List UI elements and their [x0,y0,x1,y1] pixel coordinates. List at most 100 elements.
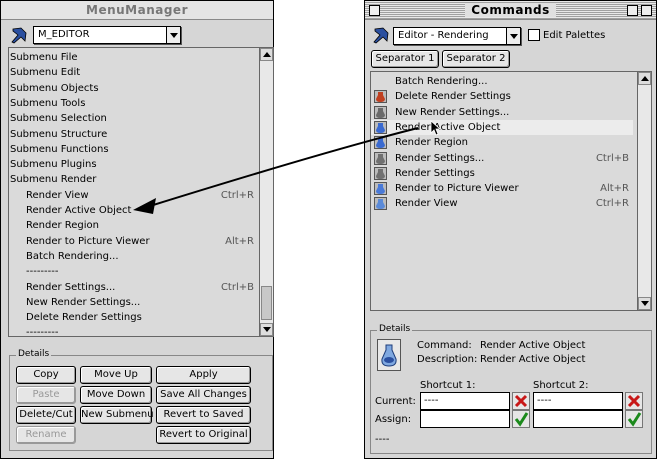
command-row[interactable]: Render Settings... Ctrl+B [371,151,633,166]
command-row-label: Render Active Object [395,121,501,133]
command-row-label: Render to Picture Viewer [395,183,519,195]
render-active-object-icon [374,120,387,134]
command-row-label: Render Region [395,137,469,149]
menu-tree-row[interactable]: Submenu Objects [9,81,254,96]
separator-1-button[interactable]: Separator 1 [371,50,439,68]
command-row[interactable]: Render Region [371,135,633,150]
command-row[interactable]: Render Active Object [371,119,633,135]
edit-palettes-checkbox[interactable] [528,29,540,41]
render-view-icon [374,197,387,211]
description-label: Description: [417,354,478,365]
menu-tree-row[interactable]: Submenu File [9,50,254,65]
pin-icon[interactable] [371,25,391,45]
paste-button[interactable]: Paste [16,386,76,404]
apply-button[interactable]: Apply [156,366,251,384]
menu-tree-row[interactable]: Render Settings... Ctrl+B [9,280,254,295]
scroll-thumb[interactable] [261,286,272,320]
clear-shortcut-1-icon[interactable] [512,392,530,410]
command-row[interactable]: Render View Ctrl+R [371,196,633,211]
menu-tree-list[interactable]: Submenu File Submenu Edit Submenu Objects S… [8,47,274,337]
scroll-down-arrow-icon[interactable] [638,297,651,310]
save-all-changes-button[interactable]: Save All Changes [156,386,251,404]
shortcut-1-label: Shortcut 1: [420,380,476,391]
menu-tree-row[interactable]: --------- [9,264,254,279]
scroll-down-arrow-icon[interactable] [260,323,273,336]
menu-tree-row[interactable]: Render Region [9,218,254,233]
command-row[interactable]: Render to Picture Viewer Alt+R [371,181,633,196]
delete-cut-button[interactable]: Delete/Cut [16,406,76,424]
current-shortcut-1-field: ---- [420,392,510,410]
assign-shortcut-1-check-icon[interactable] [512,410,530,428]
revert-to-original-button[interactable]: Revert to Original [156,426,251,444]
menu-tree-row[interactable]: Submenu Plugins [9,157,254,172]
menu-tree-row-shortcut: Alt+R [225,235,254,247]
menu-tree-row[interactable]: Submenu Functions [9,142,254,157]
chevron-down-icon [166,27,180,43]
menu-manager-titlebar[interactable]: MenuManager [1,1,273,20]
assign-shortcut-2-check-icon[interactable] [625,410,643,428]
menu-tree-row-shortcut: Ctrl+B [220,281,254,293]
menu-manager-window: MenuManager M_EDITOR Submenu File Submenu… [0,0,274,459]
delete-render-settings-icon [374,90,387,104]
commands-list[interactable]: Batch Rendering... Delete Render Settings… [370,71,652,311]
command-label: Command: [417,340,472,351]
command-value: Render Active Object [480,340,586,351]
commands-scrollbar[interactable] [637,72,651,310]
command-row-shortcut: Ctrl+R [595,198,629,210]
menu-tree-row[interactable]: Submenu Tools [9,96,254,111]
copy-button[interactable]: Copy [16,366,76,384]
close-box-icon[interactable] [369,5,380,16]
category-select-dropdown[interactable]: Editor - Rendering [393,27,521,45]
move-up-button[interactable]: Move Up [80,366,152,384]
revert-to-saved-button[interactable]: Revert to Saved [156,406,251,424]
menu-select-dropdown[interactable]: M_EDITOR [33,26,181,44]
new-submenu-button[interactable]: New Submenu [80,406,154,424]
details-footer-text: ---- [375,434,390,445]
menu-tree-row[interactable]: --------- [9,325,254,336]
command-row[interactable]: Render Settings [371,166,633,181]
menu-tree-row-label: Submenu Plugins [10,159,97,171]
separator-2-button[interactable]: Separator 2 [442,50,510,68]
zoom-box-icon[interactable] [627,5,638,16]
command-row-label: New Render Settings... [395,106,510,118]
menu-tree-row-label: Render Active Object [26,205,132,216]
menu-tree-row[interactable]: Render View Ctrl+R [9,188,254,203]
command-row[interactable]: Delete Render Settings [371,89,633,104]
assign-shortcut-1-input[interactable] [420,410,510,428]
menu-tree-row[interactable]: Submenu Structure [9,127,254,142]
menu-tree-row-label: Submenu Render [10,174,97,186]
menu-tree-row[interactable]: Batch Rendering... [9,249,254,264]
assign-shortcut-2-input[interactable] [533,410,623,428]
render-settings-icon [374,151,387,165]
clear-shortcut-2-icon[interactable] [625,392,643,410]
menu-tree-row[interactable]: Submenu Render [9,172,254,187]
command-row[interactable]: New Render Settings... [371,105,633,120]
menu-tree-row[interactable]: Delete Render Settings [9,310,254,325]
command-row-label: Batch Rendering... [395,76,488,87]
commands-titlebar[interactable]: Commands [365,1,656,20]
move-down-button[interactable]: Move Down [80,386,152,404]
scroll-up-arrow-icon[interactable] [638,72,651,85]
menu-tree-row-label: Render to Picture Viewer [26,235,150,247]
menu-tree-scrollbar[interactable] [259,48,273,336]
command-row-label: Render View [395,198,458,210]
menu-tree-row[interactable]: Submenu Selection [9,111,254,126]
menu-tree-row[interactable]: Submenu Edit [9,65,254,80]
menu-tree-row-shortcut: Ctrl+R [220,189,254,201]
menu-tree-row-label: Submenu Tools [10,97,86,109]
pin-icon[interactable] [9,25,29,45]
menu-tree-row[interactable]: Render to Picture Viewer Alt+R [9,234,254,249]
edit-palettes-label: Edit Palettes [543,30,606,41]
scroll-up-arrow-icon[interactable] [260,48,273,61]
command-details-label: Details [377,324,413,334]
command-row-shortcut: Ctrl+B [595,152,629,164]
category-select-value: Editor - Rendering [398,30,489,41]
command-row[interactable]: Batch Rendering... [371,74,633,89]
menu-tree-row[interactable]: New Render Settings... [9,295,254,310]
rename-button[interactable]: Rename [16,426,76,444]
menu-details-label: Details [16,349,52,359]
menu-tree-row[interactable]: Render Active Object [9,203,254,218]
commands-title: Commands [465,3,556,17]
commands-window: Commands Editor - Rendering Edit Palette… [364,0,657,459]
collapse-box-icon[interactable] [641,5,652,16]
